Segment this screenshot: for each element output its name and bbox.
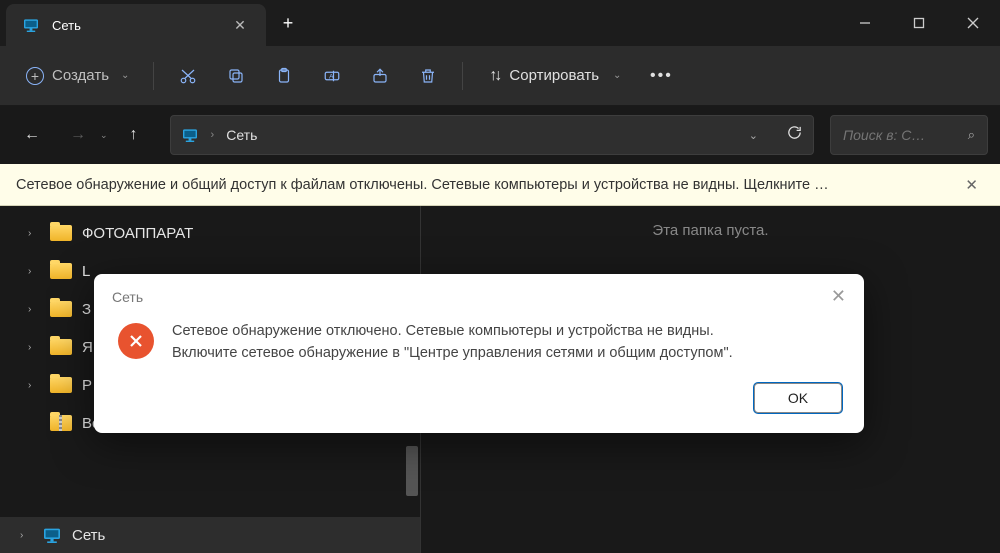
folder-icon: [50, 339, 72, 355]
dialog-close-button[interactable]: ✕: [831, 286, 846, 307]
rename-button[interactable]: A: [310, 56, 354, 96]
info-bar-message: Сетевое обнаружение и общий доступ к фай…: [16, 177, 959, 193]
tree-label: З: [82, 301, 91, 318]
expand-chevron[interactable]: ›: [20, 530, 32, 541]
toolbar: + Создать ⌄ A ↑↓ Сортировать ⌄ •••: [0, 46, 1000, 106]
tree-label: L: [82, 263, 90, 280]
minimize-button[interactable]: [838, 0, 892, 46]
breadcrumb-separator: ›: [211, 129, 215, 141]
tab-network[interactable]: Сеть ✕: [6, 4, 266, 46]
chevron-down-icon: ⌄: [613, 70, 621, 81]
copy-button[interactable]: [214, 56, 258, 96]
folder-icon: [50, 263, 72, 279]
breadcrumb-location[interactable]: Сеть: [226, 127, 737, 143]
sort-button[interactable]: ↑↓ Сортировать ⌄: [475, 56, 635, 96]
window-controls: [838, 0, 1000, 46]
chevron-down-icon: ⌄: [121, 70, 129, 81]
title-bar: Сеть ✕ +: [0, 0, 1000, 46]
tab-title: Сеть: [52, 18, 218, 33]
new-tab-button[interactable]: +: [266, 0, 310, 46]
tree-label: ФОТОАППАРАТ: [82, 225, 193, 242]
network-icon: [22, 18, 40, 32]
info-bar-close[interactable]: ✕: [959, 176, 984, 194]
create-button[interactable]: + Создать ⌄: [14, 56, 141, 96]
network-icon: [42, 527, 62, 543]
dialog-title: Сеть: [112, 289, 831, 305]
expand-chevron[interactable]: ›: [28, 228, 40, 239]
plus-circle-icon: +: [26, 67, 44, 85]
close-window-button[interactable]: [946, 0, 1000, 46]
zip-icon: [50, 415, 72, 431]
history-chevron[interactable]: ⌄: [100, 130, 108, 141]
dialog-actions: OK: [94, 383, 864, 433]
up-button[interactable]: ↑: [114, 115, 154, 155]
dialog-title-bar: Сеть ✕: [94, 274, 864, 315]
tab-close-button[interactable]: ✕: [230, 17, 250, 34]
back-button[interactable]: ←: [12, 115, 52, 155]
maximize-button[interactable]: [892, 0, 946, 46]
sort-label: Сортировать: [509, 67, 599, 84]
dialog-body: Сетевое обнаружение отключено. Сетевые к…: [94, 315, 864, 383]
ok-button[interactable]: OK: [754, 383, 842, 413]
delete-button[interactable]: [406, 56, 450, 96]
share-button[interactable]: [358, 56, 402, 96]
more-button[interactable]: •••: [639, 56, 683, 96]
refresh-button[interactable]: [786, 124, 803, 146]
divider: [153, 62, 154, 90]
sort-icon: ↑↓: [489, 67, 499, 85]
search-icon: ⌕: [968, 127, 975, 143]
cut-button[interactable]: [166, 56, 210, 96]
search-input[interactable]: [843, 127, 958, 143]
paste-button[interactable]: [262, 56, 306, 96]
dialog-line2: Включите сетевое обнаружение в "Центре у…: [172, 343, 733, 365]
tree-item[interactable]: › ФОТОАППАРАТ: [0, 214, 420, 252]
expand-chevron[interactable]: ›: [28, 380, 40, 391]
dialog-message: Сетевое обнаружение отключено. Сетевые к…: [172, 321, 733, 365]
expand-chevron[interactable]: ›: [28, 304, 40, 315]
dialog-line1: Сетевое обнаружение отключено. Сетевые к…: [172, 321, 733, 343]
expand-chevron[interactable]: ›: [28, 342, 40, 353]
folder-icon: [50, 377, 72, 393]
error-dialog: Сеть ✕ Сетевое обнаружение отключено. Се…: [94, 274, 864, 433]
scrollbar[interactable]: [406, 446, 418, 496]
expand-chevron[interactable]: ›: [28, 266, 40, 277]
divider: [462, 62, 463, 90]
forward-button[interactable]: →: [58, 115, 98, 155]
navigation-bar: ← → ⌄ ↑ › Сеть ⌄ ⌕: [0, 106, 1000, 164]
tree-label: Я: [82, 339, 93, 356]
create-label: Создать: [52, 67, 109, 84]
error-icon: [118, 323, 154, 359]
address-dropdown[interactable]: ⌄: [749, 129, 758, 142]
network-icon: [181, 128, 199, 142]
tree-label: Р: [82, 377, 92, 394]
address-bar[interactable]: › Сеть ⌄: [170, 115, 814, 155]
info-bar[interactable]: Сетевое обнаружение и общий доступ к фай…: [0, 164, 1000, 206]
tree-label: Сеть: [72, 527, 105, 544]
folder-icon: [50, 301, 72, 317]
search-box[interactable]: ⌕: [830, 115, 988, 155]
tree-item-network[interactable]: › Сеть: [0, 517, 420, 553]
folder-icon: [50, 225, 72, 241]
